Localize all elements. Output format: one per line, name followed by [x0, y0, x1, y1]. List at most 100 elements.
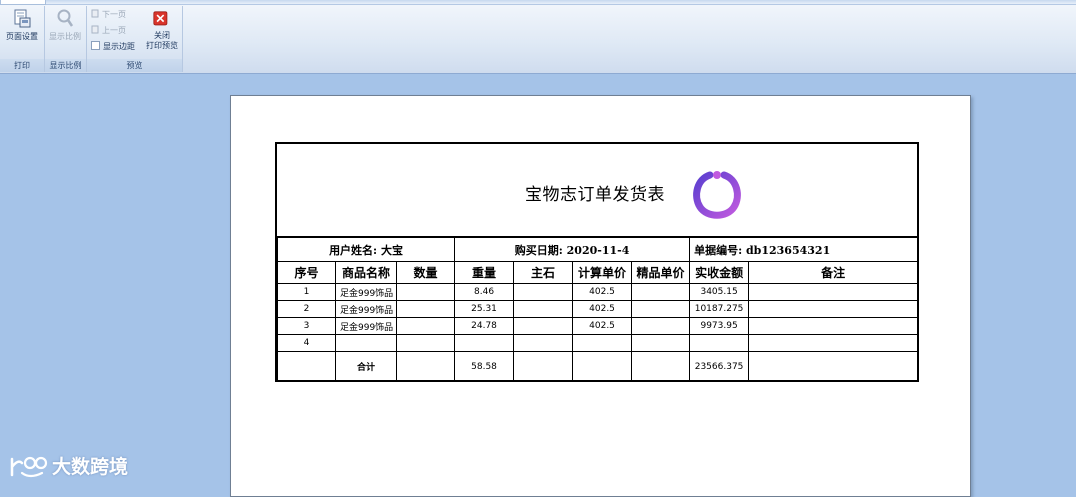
- cell-empty: [277, 351, 336, 382]
- next-page-label: 下一页: [102, 10, 126, 19]
- cell-stone: [513, 300, 574, 318]
- cell-unit-price: 402.5: [572, 300, 633, 318]
- col-header-qty: 数量: [395, 261, 456, 284]
- table-row: 2 足金999饰品 25.31 402.5 10187.275: [277, 300, 919, 318]
- cell-seq: 4: [277, 334, 336, 352]
- total-label: 合计: [335, 351, 397, 382]
- col-header-weight: 重量: [454, 261, 515, 284]
- cell-remark: [748, 317, 919, 335]
- cell-amount: 3405.15: [689, 283, 750, 301]
- col-header-stone: 主石: [513, 261, 574, 284]
- ribbon-toolbar: 页面设置 打印 显示比例 显示比例 下一页 上一页 显示边距 关闭 打印预览 预…: [0, 0, 1076, 74]
- close-icon: [153, 11, 168, 26]
- prev-page-label: 上一页: [102, 26, 126, 35]
- order-number: 单据编号: db123654321: [689, 237, 919, 262]
- col-header-remark: 备注: [748, 261, 919, 284]
- cell-unit-price: 402.5: [572, 283, 633, 301]
- cell-empty: [631, 351, 691, 382]
- page-setup-button[interactable]: 页面设置: [2, 8, 42, 52]
- col-header-name: 商品名称: [335, 261, 397, 284]
- cell-amount: 10187.275: [689, 300, 750, 318]
- prev-page-button[interactable]: 上一页: [91, 25, 126, 37]
- show-margins-label: 显示边距: [103, 42, 135, 51]
- cell-remark: [748, 334, 919, 352]
- group-label-zoom: 显示比例: [45, 59, 86, 72]
- ribbon-group-zoom: 显示比例 显示比例: [45, 6, 87, 72]
- next-page-button[interactable]: 下一页: [91, 9, 126, 21]
- ribbon-group-print: 页面设置 打印: [0, 6, 45, 72]
- watermark: 大数跨境: [8, 452, 128, 480]
- col-header-amount: 实收金额: [689, 261, 750, 284]
- cell-empty: [513, 351, 574, 382]
- col-header-premium-price: 精品单价: [631, 261, 691, 284]
- table-row: 4: [277, 334, 919, 352]
- prev-page-icon: [91, 25, 99, 34]
- next-page-icon: [91, 9, 99, 18]
- cell-unit-price: 402.5: [572, 317, 633, 335]
- col-header-seq: 序号: [277, 261, 336, 284]
- page-setup-label: 页面设置: [6, 32, 38, 41]
- cell-remark: [748, 300, 919, 318]
- cell-seq: 1: [277, 283, 336, 301]
- cell-name: 足金999饰品: [335, 317, 397, 335]
- cell-premium-price: [631, 300, 691, 318]
- cell-name: [335, 334, 397, 352]
- customer-name: 用户姓名: 大宝: [276, 237, 456, 262]
- cell-seq: 2: [277, 300, 336, 318]
- cell-unit-price: [572, 334, 633, 352]
- cell-stone: [513, 317, 574, 335]
- cell-stone: [513, 283, 574, 301]
- cell-name: 足金999饰品: [335, 300, 397, 318]
- order-report: 宝物志订单发货表 用户姓名: 大宝 购买日期: 2020-11-4 单据编号: …: [275, 142, 919, 382]
- watermark-text: 大数跨境: [52, 456, 129, 478]
- magnifier-icon: [57, 9, 74, 27]
- report-title: 宝物志订单发货表: [525, 185, 665, 205]
- cell-qty: [395, 317, 456, 335]
- active-tab[interactable]: [0, 0, 46, 5]
- table-row: 3 足金999饰品 24.78 402.5 9973.95: [277, 317, 919, 335]
- ribbon-group-preview: 下一页 上一页 显示边距 关闭 打印预览 预览: [87, 6, 183, 72]
- show-margins-checkbox[interactable]: 显示边距: [91, 41, 135, 53]
- order-table: 用户姓名: 大宝 购买日期: 2020-11-4 单据编号: db1236543…: [276, 237, 919, 382]
- cell-weight: 24.78: [454, 317, 515, 335]
- cell-stone: [513, 334, 574, 352]
- cell-qty: [395, 334, 456, 352]
- ring-logo-icon: [693, 171, 741, 219]
- cell-premium-price: [631, 317, 691, 335]
- cell-empty: [748, 351, 919, 382]
- cell-empty: [395, 351, 456, 382]
- cell-weight: 25.31: [454, 300, 515, 318]
- cell-weight: [454, 334, 515, 352]
- cell-amount: 9973.95: [689, 317, 750, 335]
- total-weight: 58.58: [454, 351, 515, 382]
- col-header-unit-price: 计算单价: [572, 261, 633, 284]
- watermark-logo-icon: [10, 456, 48, 478]
- total-amount: 23566.375: [689, 351, 750, 382]
- total-row: 合计 58.58 23566.375: [277, 351, 919, 382]
- group-label-print: 打印: [0, 59, 44, 72]
- ribbon-tab-strip: [0, 0, 1076, 5]
- cell-remark: [748, 283, 919, 301]
- close-label-line1: 关闭: [154, 31, 170, 40]
- page-setup-icon: [14, 9, 31, 28]
- close-preview-button[interactable]: 关闭 打印预览: [142, 8, 182, 52]
- cell-premium-price: [631, 283, 691, 301]
- column-header-row: 序号 商品名称 数量 重量 主石 计算单价 精品单价 实收金额 备注: [277, 261, 919, 284]
- report-header: 宝物志订单发货表: [277, 144, 917, 238]
- info-row: 用户姓名: 大宝 购买日期: 2020-11-4 单据编号: db1236543…: [276, 237, 919, 262]
- purchase-date: 购买日期: 2020-11-4: [454, 237, 691, 262]
- close-label-line2: 打印预览: [146, 41, 178, 50]
- cell-weight: 8.46: [454, 283, 515, 301]
- cell-qty: [395, 300, 456, 318]
- zoom-label: 显示比例: [49, 32, 81, 41]
- cell-empty: [572, 351, 633, 382]
- zoom-button[interactable]: 显示比例: [45, 8, 85, 52]
- checkbox-icon[interactable]: [91, 41, 100, 50]
- cell-premium-price: [631, 334, 691, 352]
- group-label-preview: 预览: [87, 59, 182, 72]
- cell-qty: [395, 283, 456, 301]
- table-row: 1 足金999饰品 8.46 402.5 3405.15: [277, 283, 919, 301]
- cell-name: 足金999饰品: [335, 283, 397, 301]
- cell-amount: [689, 334, 750, 352]
- cell-seq: 3: [277, 317, 336, 335]
